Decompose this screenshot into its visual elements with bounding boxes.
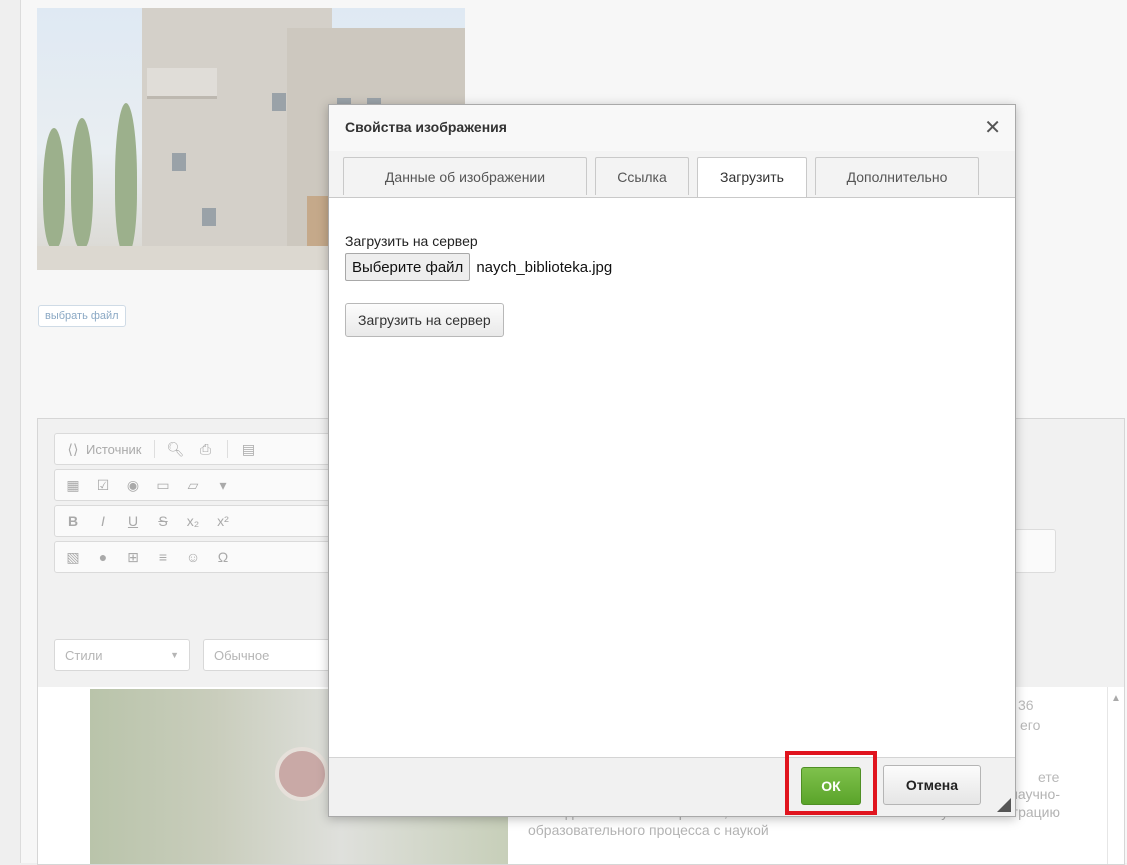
bold-icon[interactable]: B bbox=[64, 513, 82, 529]
italic-icon[interactable]: I bbox=[94, 513, 112, 529]
file-input: Выберите файл naych_biblioteka.jpg bbox=[345, 253, 612, 281]
table-icon[interactable]: ⊞ bbox=[124, 549, 142, 566]
pick-file-link[interactable]: выбрать файл bbox=[38, 305, 126, 327]
tab-advanced[interactable]: Дополнительно bbox=[815, 157, 979, 195]
editor-scrollbar[interactable]: ▲ bbox=[1107, 687, 1124, 864]
underline-icon[interactable]: U bbox=[124, 513, 142, 529]
styles-combo[interactable]: Стили ▼ bbox=[54, 639, 190, 671]
subscript-icon[interactable]: x₂ bbox=[184, 513, 202, 529]
textarea-icon[interactable]: ▱ bbox=[184, 477, 202, 494]
chevron-down-icon: ▼ bbox=[170, 650, 179, 660]
close-icon[interactable]: ✕ bbox=[984, 115, 1001, 140]
toolbar-side-button[interactable] bbox=[1014, 529, 1056, 573]
toolbar-row-insert: ▧ ● ⊞ ≡ ☺ Ω bbox=[54, 541, 354, 573]
upload-to-server-button[interactable]: Загрузить на сервер bbox=[345, 303, 504, 337]
upload-panel: Загрузить на сервер Выберите файл naych_… bbox=[345, 233, 612, 337]
tab-upload[interactable]: Загрузить bbox=[697, 157, 807, 197]
emblem bbox=[275, 747, 329, 801]
flash-icon[interactable]: ● bbox=[94, 549, 112, 565]
dialog-footer: ОК Отмена bbox=[329, 751, 1015, 816]
select-icon[interactable]: ▾ bbox=[214, 477, 232, 494]
horizontal-line-icon[interactable]: ≡ bbox=[154, 549, 172, 565]
choose-file-button[interactable]: Выберите файл bbox=[345, 253, 471, 281]
checkbox-icon[interactable]: ☑ bbox=[94, 477, 112, 494]
tab-image-info[interactable]: Данные об изображении bbox=[343, 157, 587, 195]
templates-icon[interactable]: ▤ bbox=[240, 441, 258, 458]
resize-grip-icon[interactable] bbox=[997, 798, 1011, 812]
image-properties-dialog: Свойства изображения ✕ Данные об изображ… bbox=[328, 104, 1016, 817]
superscript-icon[interactable]: x² bbox=[214, 513, 232, 529]
format-combo[interactable]: Обычное bbox=[203, 639, 343, 671]
scroll-up-icon[interactable]: ▲ bbox=[1111, 693, 1121, 704]
toolbar-row-forms: ▦ ☑ ◉ ▭ ▱ ▾ bbox=[54, 469, 354, 501]
text-field-icon[interactable]: ▭ bbox=[154, 477, 172, 494]
dialog-tabs: Данные об изображении Ссылка Загрузить Д… bbox=[329, 151, 1015, 198]
smiley-icon[interactable]: ☺ bbox=[184, 549, 202, 565]
source-icon: ⟨⟩ bbox=[67, 440, 79, 457]
strikethrough-icon[interactable]: S bbox=[154, 513, 172, 529]
toolbar-row-format: B I U S x₂ x² bbox=[54, 505, 354, 537]
dialog-title: Свойства изображения bbox=[345, 119, 507, 135]
preview-icon[interactable]: 🔍︎ bbox=[167, 441, 185, 458]
upload-label: Загрузить на сервер bbox=[345, 233, 478, 249]
cancel-button[interactable]: Отмена bbox=[883, 765, 981, 805]
ok-button[interactable]: ОК bbox=[801, 767, 861, 805]
toolbar-row-document: ⟨⟩ Источник 🔍︎ ⎙ ▤ bbox=[54, 433, 354, 465]
source-button[interactable]: ⟨⟩ Источник bbox=[64, 441, 142, 458]
dialog-titlebar[interactable]: Свойства изображения ✕ bbox=[329, 105, 1015, 152]
selected-file-name: naych_biblioteka.jpg bbox=[476, 258, 613, 276]
print-icon[interactable]: ⎙ bbox=[197, 441, 215, 458]
radio-icon[interactable]: ◉ bbox=[124, 477, 142, 494]
tab-link[interactable]: Ссылка bbox=[595, 157, 689, 195]
image-icon[interactable]: ▧ bbox=[64, 549, 82, 566]
special-char-icon[interactable]: Ω bbox=[214, 549, 232, 565]
form-icon[interactable]: ▦ bbox=[64, 477, 82, 494]
